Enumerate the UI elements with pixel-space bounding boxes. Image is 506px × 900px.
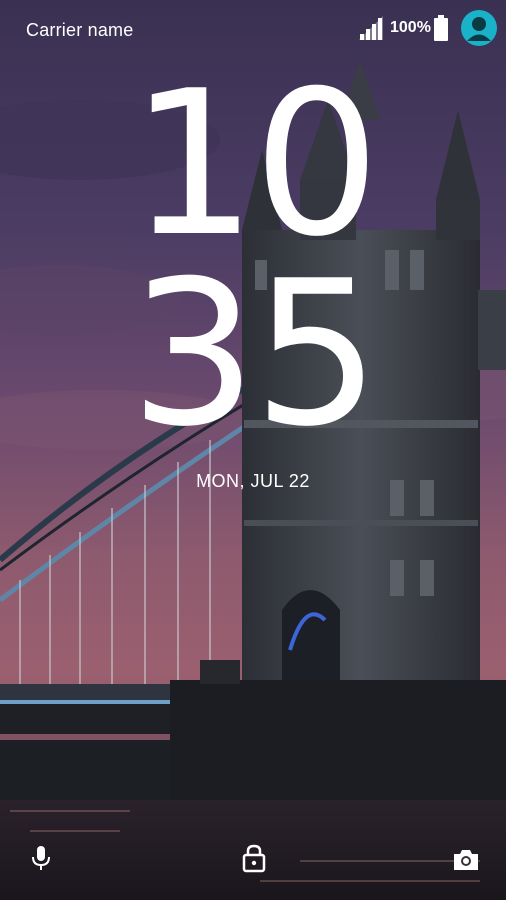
- clock-minutes: 35: [129, 238, 381, 471]
- lock-icon[interactable]: [239, 843, 269, 873]
- lock-date: MON, JUL 22: [196, 471, 310, 491]
- user-avatar-icon[interactable]: [461, 10, 497, 46]
- battery-percentage: 100%: [390, 19, 431, 36]
- lock-clock: 10 35: [0, 48, 506, 471]
- carrier-name: Carrier name: [26, 20, 134, 40]
- signal-strength-icon: [359, 16, 383, 40]
- lock-screen: Carrier name 100% 10 35 MON, JUL 22: [0, 0, 506, 900]
- camera-icon[interactable]: [451, 845, 481, 875]
- battery-icon: [434, 15, 448, 41]
- clock-hours: 10: [129, 48, 381, 281]
- microphone-icon[interactable]: [26, 843, 56, 873]
